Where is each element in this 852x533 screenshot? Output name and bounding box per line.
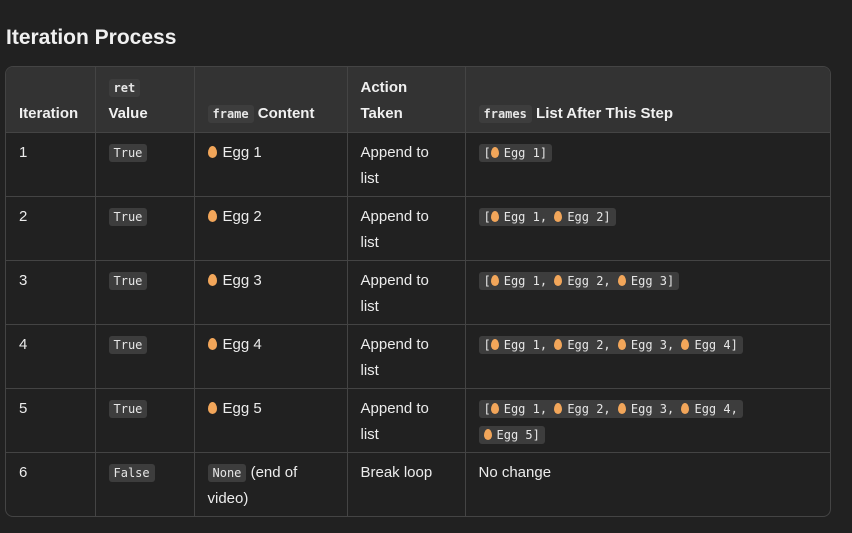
ret-value-cell: True — [95, 196, 195, 261]
egg-icon — [490, 338, 499, 350]
frames-list-cell: [Egg 1, Egg 2, Egg 3, Egg 4, Egg 5] — [465, 388, 830, 453]
frames-list-code: [Egg 1, Egg 2, Egg 3] — [478, 271, 680, 290]
frames-list-code: [Egg 1, Egg 2, Egg 3, Egg 4] — [478, 335, 743, 354]
action-cell: Break loop — [347, 452, 466, 516]
egg-icon — [617, 338, 626, 350]
frame-code: frame — [207, 104, 254, 123]
egg-icon — [207, 337, 217, 350]
iteration-table: Iteration ret Value frame Content Action… — [5, 66, 831, 517]
table-row: 5 True Egg 5 Append to list[Egg 1, Egg 2, Eg… — [6, 388, 830, 453]
egg-icon — [490, 402, 499, 414]
egg-icon — [207, 273, 217, 286]
egg-icon — [554, 338, 563, 350]
egg-icon — [207, 145, 217, 158]
egg-icon — [490, 210, 499, 222]
frames-list-code: [Egg 1, Egg 2, Egg 3, Egg 4, — [478, 399, 743, 418]
egg-icon — [554, 210, 563, 222]
frames-list-code: [Egg 1, Egg 2] — [478, 207, 616, 226]
frames-list-cell: [Egg 1, Egg 2] — [465, 196, 830, 261]
frame-content-cell: Egg 4 — [194, 324, 348, 389]
egg-icon — [490, 274, 499, 286]
ret-value-cell: False — [95, 452, 195, 516]
egg-icon — [207, 209, 217, 222]
action-cell: Append to list — [347, 324, 466, 389]
egg-icon — [554, 274, 563, 286]
ret-value-cell: True — [95, 132, 195, 197]
header-action-taken: Action Taken — [347, 67, 466, 133]
ret-code-value: True — [108, 143, 148, 162]
table-row: 2 True Egg 2 Append to list [Egg 1, Egg 2] — [6, 196, 830, 261]
ret-code-value: False — [108, 463, 155, 482]
frame-content-cell: None (end of video) — [194, 452, 348, 516]
frames-list-cell: No change — [478, 463, 552, 481]
frame-content-cell: Egg 5 — [194, 388, 348, 453]
table-header-row: Iteration ret Value frame Content Action… — [6, 67, 830, 133]
page-title: Iteration Process — [6, 26, 177, 49]
egg-icon — [207, 401, 217, 414]
frames-code: frames — [478, 104, 532, 123]
header-frame-content: frame Content — [194, 67, 348, 133]
egg-icon — [483, 428, 492, 440]
egg-icon — [617, 402, 626, 414]
ret-value-cell: True — [95, 388, 195, 453]
none-code: None — [207, 463, 247, 482]
frames-list-code: [Egg 1] — [478, 143, 553, 162]
frame-content-cell: Egg 1 — [194, 132, 348, 197]
ret-value-cell: True — [95, 260, 195, 325]
iteration-cell: 5 — [6, 388, 96, 453]
table-row: 6 False None (end of video) Break loop No cha… — [6, 452, 830, 516]
ret-value-cell: True — [95, 324, 195, 389]
egg-icon — [617, 274, 626, 286]
header-ret-value: ret Value — [95, 67, 195, 133]
table-row: 4 True Egg 4 Append to list [Egg 1, Egg 2, Eg… — [6, 324, 830, 389]
ret-code: ret — [108, 78, 141, 97]
action-cell: Append to list — [347, 388, 466, 453]
action-cell: Append to list — [347, 260, 466, 325]
table-row: 3 True Egg 3 Append to list [Egg 1, Egg 2, Eg… — [6, 260, 830, 325]
header-iteration: Iteration — [6, 67, 96, 133]
action-cell: Append to list — [347, 196, 466, 261]
ret-code-value: True — [108, 399, 148, 418]
iteration-cell: 4 — [6, 324, 96, 389]
egg-icon — [490, 146, 499, 158]
frames-list-cell: [Egg 1, Egg 2, Egg 3, Egg 4] — [465, 324, 830, 389]
iteration-cell: 2 — [6, 196, 96, 261]
egg-icon — [554, 402, 563, 414]
ret-code-value: True — [108, 335, 148, 354]
frames-list-code: Egg 5] — [478, 425, 545, 444]
frames-list-cell: [Egg 1, Egg 2, Egg 3] — [465, 260, 830, 325]
frame-content-cell: Egg 2 — [194, 196, 348, 261]
table-row: 1 True Egg 1 Append to list [Egg 1] — [6, 132, 830, 197]
egg-icon — [681, 402, 690, 414]
iteration-cell: 3 — [6, 260, 96, 325]
ret-code-value: True — [108, 271, 148, 290]
header-frames-list: frames List After This Step — [465, 67, 830, 133]
frame-content-cell: Egg 3 — [194, 260, 348, 325]
iteration-cell: 6 — [6, 452, 96, 516]
egg-icon — [681, 338, 690, 350]
frames-list-cell: [Egg 1] — [465, 132, 830, 197]
iteration-cell: 1 — [6, 132, 96, 197]
action-cell: Append to list — [347, 132, 466, 197]
ret-code-value: True — [108, 207, 148, 226]
